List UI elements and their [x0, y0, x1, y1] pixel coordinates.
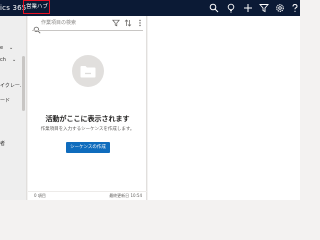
more-icon[interactable] [136, 19, 144, 27]
create-sequence-button[interactable]: シーケンスの作成 [66, 142, 110, 153]
sidebar-item-sequences[interactable]: イクレー... [0, 83, 25, 90]
item-count: 0 項目 [34, 193, 46, 198]
worklist-search-row [28, 16, 147, 34]
last-updated: 最終更新日 10:54 [109, 193, 142, 198]
folder-icon [80, 66, 96, 78]
sidebar-scrollbar[interactable] [22, 56, 25, 111]
chevron-down-icon[interactable]: ⌄ [12, 57, 16, 64]
sort-icon[interactable] [124, 19, 132, 27]
footer-divider [28, 191, 147, 192]
main-content-area [148, 16, 300, 200]
search-underline [32, 30, 143, 31]
settings-icon[interactable] [275, 3, 285, 13]
chevron-down-icon[interactable]: ⌄ [9, 45, 13, 52]
filter-icon[interactable] [112, 19, 120, 27]
help-icon[interactable] [290, 3, 300, 13]
sidebar-group-2[interactable]: ch [0, 57, 6, 64]
filter-icon[interactable] [259, 3, 269, 13]
sitemap-sidebar: e ⌄ ch ⌄ イクレー... ード 者 [0, 16, 27, 200]
lightbulb-icon[interactable] [226, 3, 236, 13]
search-icon [33, 19, 41, 34]
top-navigation-bar: ics 365 営業ハブ [0, 0, 300, 16]
add-icon[interactable] [243, 3, 253, 13]
worklist-pane: 活動がここに表示されます 作業項目を入力するシーケンスを作成します。 シーケンス… [28, 16, 147, 200]
empty-state-title: 活動がここに表示されます [45, 115, 130, 123]
search-icon[interactable] [209, 3, 219, 13]
empty-state-illustration [72, 55, 104, 87]
worklist-search-input[interactable] [41, 18, 101, 28]
sidebar-item-contacts[interactable]: 者 [0, 141, 5, 148]
sidebar-item-dashboard[interactable]: ード [0, 98, 10, 105]
sidebar-group-1[interactable]: e [0, 45, 3, 52]
area-switcher-label[interactable]: 営業ハブ [26, 3, 48, 12]
empty-state-subtitle: 作業項目を入力するシーケンスを作成します。 [40, 127, 135, 132]
